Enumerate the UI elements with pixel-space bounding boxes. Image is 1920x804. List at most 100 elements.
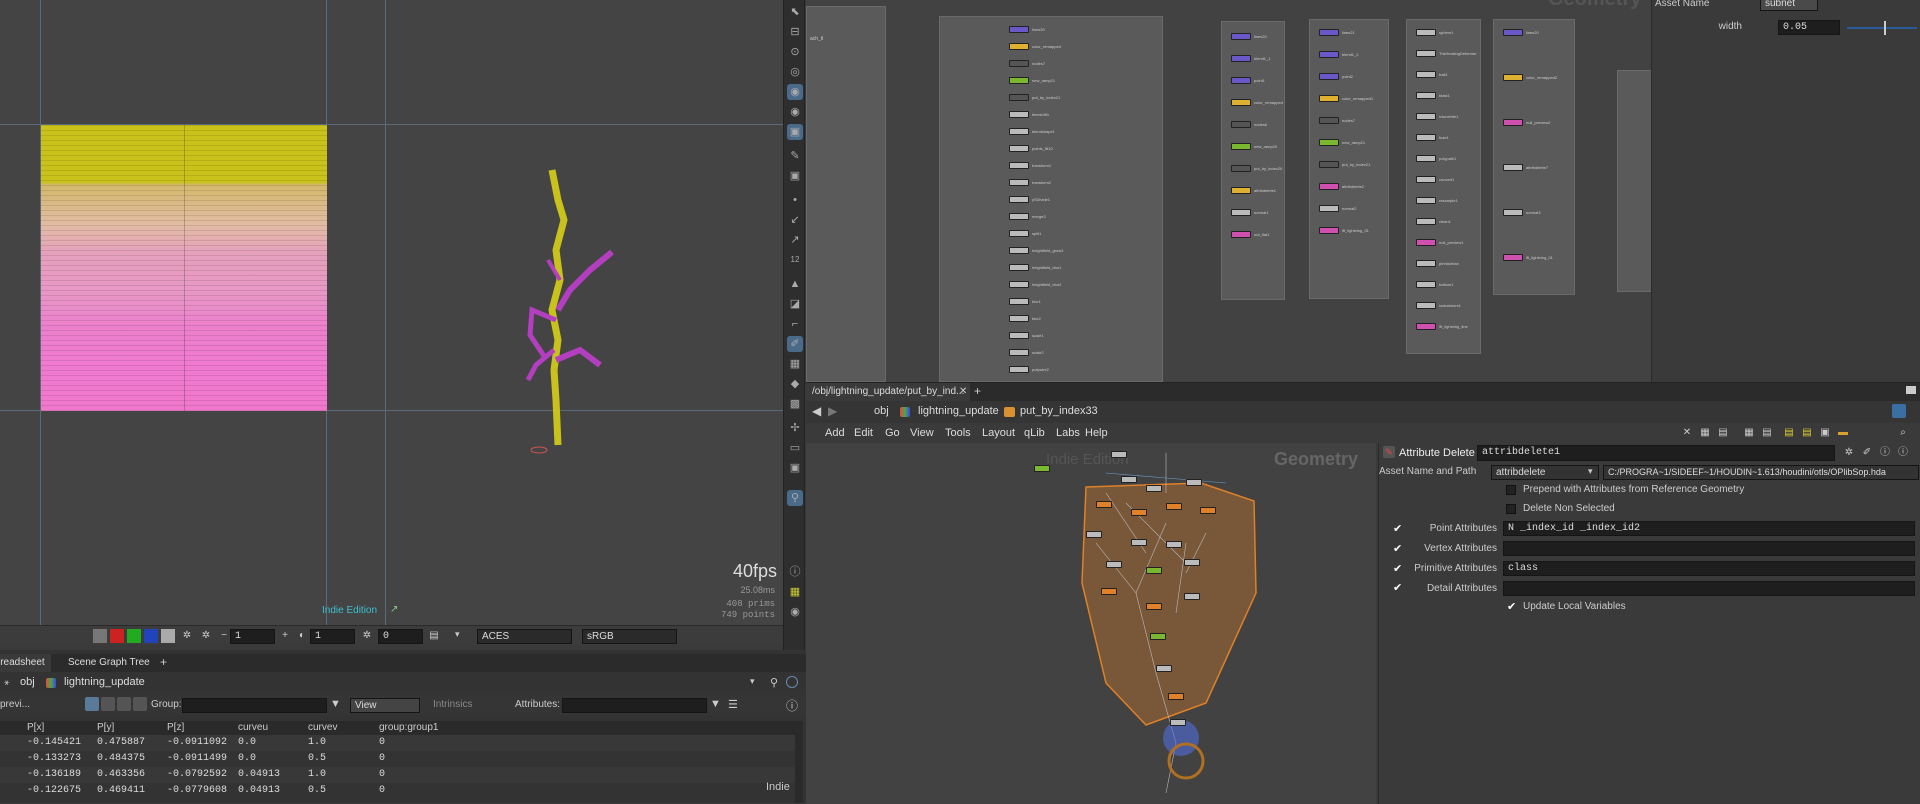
network-node[interactable] (1319, 29, 1339, 36)
network-node[interactable] (1009, 145, 1029, 152)
lut-icon[interactable]: ▤ (427, 629, 441, 643)
menu-go[interactable]: Go (885, 423, 900, 443)
camera-icon[interactable]: ▣ (787, 124, 803, 140)
table-row[interactable]: -0.145421 0.475887 -0.0911092 0.0 1.0 0 (0, 735, 800, 751)
pane-menu-icon[interactable] (1906, 386, 1916, 394)
note-icon[interactable]: ▤ (1782, 426, 1796, 440)
group-field[interactable] (182, 698, 327, 713)
network-node[interactable] (1416, 197, 1436, 204)
view-select[interactable]: View (350, 698, 420, 713)
network-node[interactable] (1416, 134, 1436, 141)
prims-mode-icon[interactable] (117, 697, 131, 711)
add-tab-icon[interactable]: + (160, 655, 167, 669)
network-node[interactable] (1009, 94, 1029, 101)
green-channel-icon[interactable] (127, 629, 141, 643)
network-node[interactable] (1009, 179, 1029, 186)
width-slider[interactable] (1847, 27, 1917, 29)
help-icon[interactable]: ⓘ (786, 697, 798, 714)
network-node[interactable] (1319, 161, 1339, 168)
network-node[interactable] (1009, 281, 1029, 288)
network-node[interactable] (1009, 111, 1029, 118)
info-icon[interactable]: ⓘ (787, 564, 803, 580)
network-node[interactable] (1231, 99, 1251, 106)
search-icon[interactable]: ⌕ (1896, 426, 1910, 440)
vertices-mode-icon[interactable] (101, 697, 115, 711)
network-node[interactable] (1416, 302, 1436, 309)
graph-node[interactable] (1170, 719, 1186, 726)
graph-node[interactable] (1146, 603, 1162, 610)
paint-icon[interactable]: ▲ (787, 276, 803, 292)
network-node[interactable] (1503, 209, 1523, 216)
wrench-icon[interactable]: ✕ (1680, 426, 1694, 440)
graph-node[interactable] (1096, 501, 1112, 508)
sticky-icon[interactable]: ▤ (1800, 426, 1814, 440)
vertex-toggle-check[interactable]: ✔ (1393, 542, 1402, 555)
help-icon[interactable]: ⓘ (1878, 446, 1892, 460)
asset-name-field[interactable]: attribdelete (1491, 465, 1599, 480)
col-header[interactable]: curveu (238, 722, 268, 733)
menu-add[interactable]: Add (825, 423, 845, 443)
camera-icon[interactable]: ▣ (787, 168, 803, 184)
network-node[interactable] (1319, 205, 1339, 212)
menu-view[interactable]: View (910, 423, 934, 443)
frame-c-field[interactable]: 0 (378, 629, 423, 644)
network-node[interactable] (1416, 113, 1436, 120)
network-editor-top[interactable]: Geometry ach_tl lines30color_remappednod… (806, 0, 1651, 382)
network-node[interactable] (1231, 77, 1251, 84)
grid-icon[interactable]: ▦ (787, 356, 803, 372)
detail-mode-icon[interactable] (133, 697, 147, 711)
plus-icon[interactable]: + (278, 629, 292, 643)
lightning-crumb[interactable]: lightning_update (918, 405, 999, 417)
red-channel-icon[interactable] (110, 629, 124, 643)
network-node[interactable] (1416, 281, 1436, 288)
obj-crumb[interactable]: obj (874, 405, 889, 417)
network-node[interactable] (1416, 155, 1436, 162)
network-node[interactable] (1231, 231, 1251, 238)
lightning-crumb[interactable]: lightning_update (64, 676, 145, 688)
network-node[interactable] (1009, 213, 1029, 220)
table-row[interactable]: -0.133273 0.484375 -0.0911499 0.0 0.5 0 (0, 751, 800, 767)
network-node[interactable] (1231, 33, 1251, 40)
network-node[interactable] (1319, 73, 1339, 80)
filter-icon[interactable]: ▼ (330, 698, 341, 710)
scene-viewport[interactable]: 40fps 25.08ms 408 prims 749 points Indie… (0, 0, 783, 625)
network-node[interactable] (1319, 227, 1339, 234)
graph-node[interactable] (1101, 588, 1117, 595)
box-icon[interactable]: ▭ (787, 440, 803, 456)
network-node[interactable] (1416, 50, 1436, 57)
alpha-channel-icon[interactable] (161, 629, 175, 643)
delete-non-checkbox[interactable] (1506, 504, 1516, 514)
col-header[interactable]: curvev (308, 722, 337, 733)
forward-arrow-icon[interactable]: ▶ (828, 404, 837, 418)
graph-node[interactable] (1184, 559, 1200, 566)
points-mode-icon[interactable] (85, 697, 99, 711)
frame-b-field[interactable]: 1 (310, 629, 355, 644)
prim-attr-field[interactable]: class (1503, 561, 1915, 576)
vertex-attr-field[interactable] (1503, 541, 1915, 556)
network-node[interactable] (1009, 60, 1029, 67)
point-toggle-check[interactable]: ✔ (1393, 522, 1402, 535)
network-node[interactable] (1009, 264, 1029, 271)
network-node[interactable] (1231, 55, 1251, 62)
network-node[interactable] (1319, 183, 1339, 190)
graph-node[interactable] (1131, 539, 1147, 546)
filter-icon[interactable]: ▼ (710, 698, 721, 710)
obj-crumb[interactable]: obj (20, 676, 35, 688)
prepend-checkbox[interactable] (1506, 485, 1516, 495)
network-box-a[interactable] (806, 6, 886, 382)
graph-node[interactable] (1168, 693, 1184, 700)
network-node[interactable] (1416, 176, 1436, 183)
close-icon[interactable]: ✕ (959, 386, 967, 397)
network-node[interactable] (1231, 187, 1251, 194)
col-header[interactable]: group:group1 (379, 722, 439, 733)
gear-icon[interactable]: ✲ (180, 629, 194, 643)
brush-icon[interactable]: ✐ (787, 336, 803, 352)
col-header[interactable]: P[z] (167, 722, 184, 733)
network-node[interactable] (1009, 43, 1029, 50)
network-node[interactable] (1009, 77, 1029, 84)
graph-node[interactable] (1166, 541, 1182, 548)
display-select[interactable]: sRGB (582, 629, 677, 644)
curve-icon[interactable]: ⌐ (787, 316, 803, 332)
network-node[interactable] (1503, 164, 1523, 171)
tree-icon[interactable]: ▤ (1760, 426, 1774, 440)
